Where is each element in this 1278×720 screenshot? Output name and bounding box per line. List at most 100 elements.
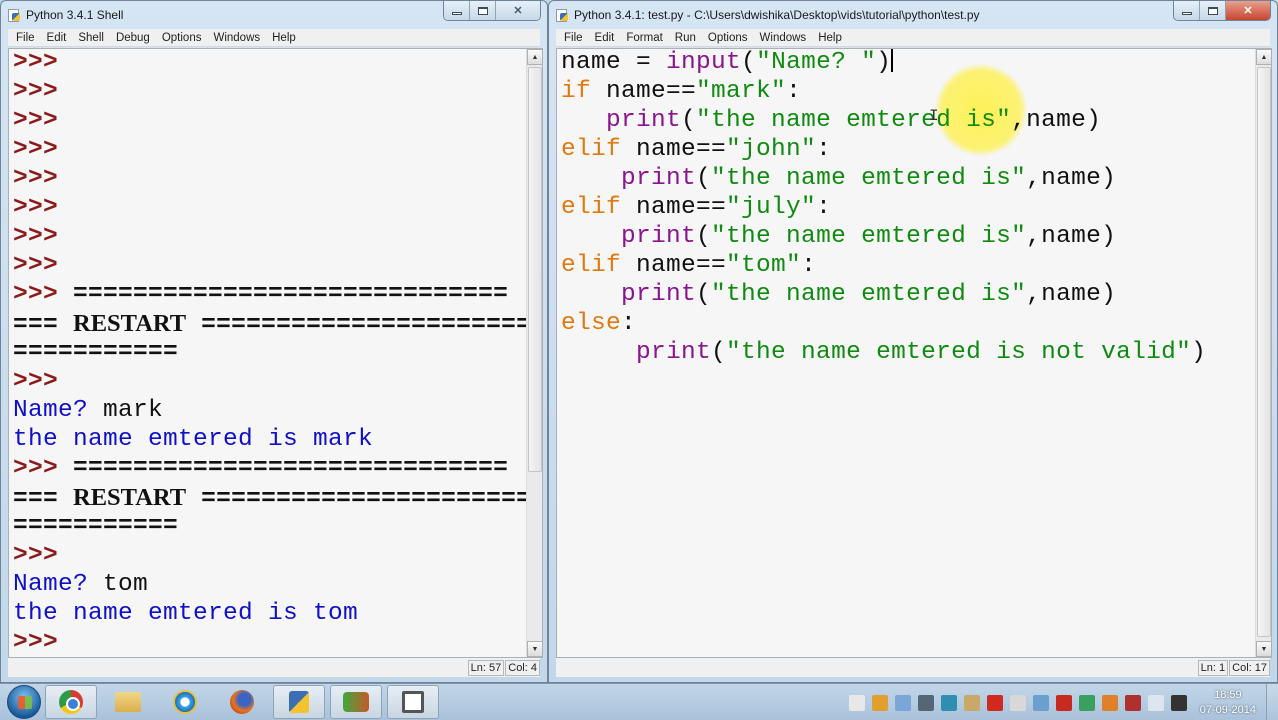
code-line: print("the name emtered is",name): [561, 106, 1206, 135]
scroll-down-button[interactable]: ▼: [527, 641, 542, 657]
network-tray-icon[interactable]: [940, 694, 957, 711]
code-text: ,name): [1026, 165, 1117, 192]
scroll-up-button[interactable]: ▲: [1256, 49, 1271, 65]
taskbar-file-explorer[interactable]: [102, 685, 154, 719]
menu-options[interactable]: Options: [156, 32, 208, 44]
editor-window: Python 3.4.1: test.py - C:\Users\dwishik…: [548, 0, 1278, 683]
show-desktop-button[interactable]: [1266, 684, 1278, 720]
display-tray-icon[interactable]: [1032, 694, 1049, 711]
taskbar-chrome[interactable]: [45, 685, 97, 719]
string-literal: "the name emtered is": [696, 107, 1012, 134]
editor-window-controls: ✕: [1173, 1, 1271, 21]
app-icon: [402, 691, 424, 713]
clock-time: 18:59: [1214, 688, 1242, 701]
start-button[interactable]: [7, 685, 41, 719]
shell-output-area[interactable]: >>> >>> >>> >>> >>> >>> >>> >>> >>> ============…: [8, 48, 543, 658]
update-tray-icon[interactable]: [1078, 694, 1095, 711]
minimize-icon: [1181, 12, 1192, 15]
menu-debug[interactable]: Debug: [110, 32, 156, 44]
vlc-tray-icon[interactable]: [1101, 694, 1118, 711]
shell-scrollbar[interactable]: ▲ ▼: [526, 49, 542, 657]
volume-icon[interactable]: [1147, 694, 1164, 711]
scroll-thumb[interactable]: [1257, 67, 1271, 637]
clock[interactable]: 18:59 07-09-2014: [1200, 688, 1256, 718]
keyword: elif: [561, 194, 622, 221]
menu-help[interactable]: Help: [812, 32, 848, 44]
separator-text: ===========: [13, 513, 179, 540]
scroll-thumb[interactable]: [528, 67, 542, 472]
shell-line: the name emtered is mark: [13, 425, 531, 454]
action-center-flag-icon[interactable]: [1009, 694, 1026, 711]
code-text: (: [741, 49, 757, 76]
code-line: elif name=="tom":: [561, 251, 1206, 280]
flash-tray-icon[interactable]: [986, 694, 1003, 711]
separator-text: ===========: [13, 339, 179, 366]
menu-edit[interactable]: Edit: [589, 32, 621, 44]
scroll-down-button[interactable]: ▼: [1256, 641, 1271, 657]
code-text: ,name): [1026, 281, 1117, 308]
taskbar-media-app[interactable]: [330, 685, 382, 719]
minimize-button[interactable]: [1174, 1, 1200, 20]
close-button[interactable]: ✕: [496, 1, 540, 20]
menu-windows[interactable]: Windows: [754, 32, 813, 44]
scroll-up-button[interactable]: ▲: [527, 49, 542, 65]
restart-label: RESTART: [73, 484, 187, 511]
menu-options[interactable]: Options: [702, 32, 754, 44]
taskbar-firefox[interactable]: [216, 685, 268, 719]
code-line: elif name=="july":: [561, 193, 1206, 222]
menu-help[interactable]: Help: [266, 32, 302, 44]
menu-file[interactable]: File: [10, 32, 41, 44]
chat-tray-icon[interactable]: [894, 694, 911, 711]
menu-edit[interactable]: Edit: [41, 32, 73, 44]
program-output: the name emtered is tom: [13, 600, 359, 627]
menu-windows[interactable]: Windows: [207, 32, 266, 44]
taskbar-internet-explorer[interactable]: [159, 685, 211, 719]
maximize-button[interactable]: [1200, 1, 1226, 20]
signal-tray-icon[interactable]: [917, 694, 934, 711]
code-text: name = input("Name? ") if name=="mark": p…: [561, 49, 1206, 367]
code-editor[interactable]: name = input("Name? ") if name=="mark": p…: [556, 48, 1272, 658]
close-button[interactable]: ✕: [1226, 1, 1270, 20]
editor-titlebar[interactable]: Python 3.4.1: test.py - C:\Users\dwishik…: [549, 1, 1277, 29]
taskbar-app[interactable]: [387, 685, 439, 719]
code-line: print("the name emtered is",name): [561, 280, 1206, 309]
separator-text: ===: [13, 486, 74, 513]
code-line: else:: [561, 309, 1206, 338]
minimize-button[interactable]: [444, 1, 470, 20]
menu-file[interactable]: File: [558, 32, 589, 44]
tray-icons: [848, 694, 1194, 711]
maximize-button[interactable]: [470, 1, 496, 20]
input-prompt-text: Name?: [13, 571, 104, 598]
editor-scrollbar[interactable]: ▲ ▼: [1255, 49, 1271, 657]
text-caret: [891, 49, 894, 72]
code-line: if name=="mark":: [561, 77, 1206, 106]
editor-title: Python 3.4.1: test.py - C:\Users\dwishik…: [574, 8, 980, 22]
code-text: (: [696, 223, 712, 250]
separator-text: ======================: [186, 312, 532, 339]
prompt-marker: >>>: [13, 49, 59, 76]
shell-line: >>>: [13, 251, 531, 280]
acrobat-tray-icon[interactable]: [1055, 694, 1072, 711]
menu-format[interactable]: Format: [620, 32, 668, 44]
string-literal: "july": [726, 194, 817, 221]
security-tray-icon[interactable]: [871, 694, 888, 711]
maximize-icon: [1207, 6, 1218, 15]
editor-menubar: File Edit Format Run Options Windows Help: [556, 29, 1270, 47]
firefox-icon: [230, 690, 254, 714]
code-text: :: [801, 252, 817, 279]
menu-run[interactable]: Run: [669, 32, 702, 44]
menu-shell[interactable]: Shell: [72, 32, 110, 44]
taskbar-python-idle[interactable]: [273, 685, 325, 719]
arrow-up-icon: ▲: [531, 53, 539, 61]
folder-tray-icon[interactable]: [848, 694, 865, 711]
webcam-tray-icon[interactable]: [1170, 694, 1187, 711]
ie-icon: [173, 690, 197, 714]
power-tray-icon[interactable]: [1124, 694, 1141, 711]
builtin-function: print: [621, 223, 697, 250]
prompt-marker: >>>: [13, 136, 59, 163]
shell-menubar: File Edit Shell Debug Options Windows Help: [8, 29, 540, 47]
word-tray-icon[interactable]: [963, 694, 980, 711]
